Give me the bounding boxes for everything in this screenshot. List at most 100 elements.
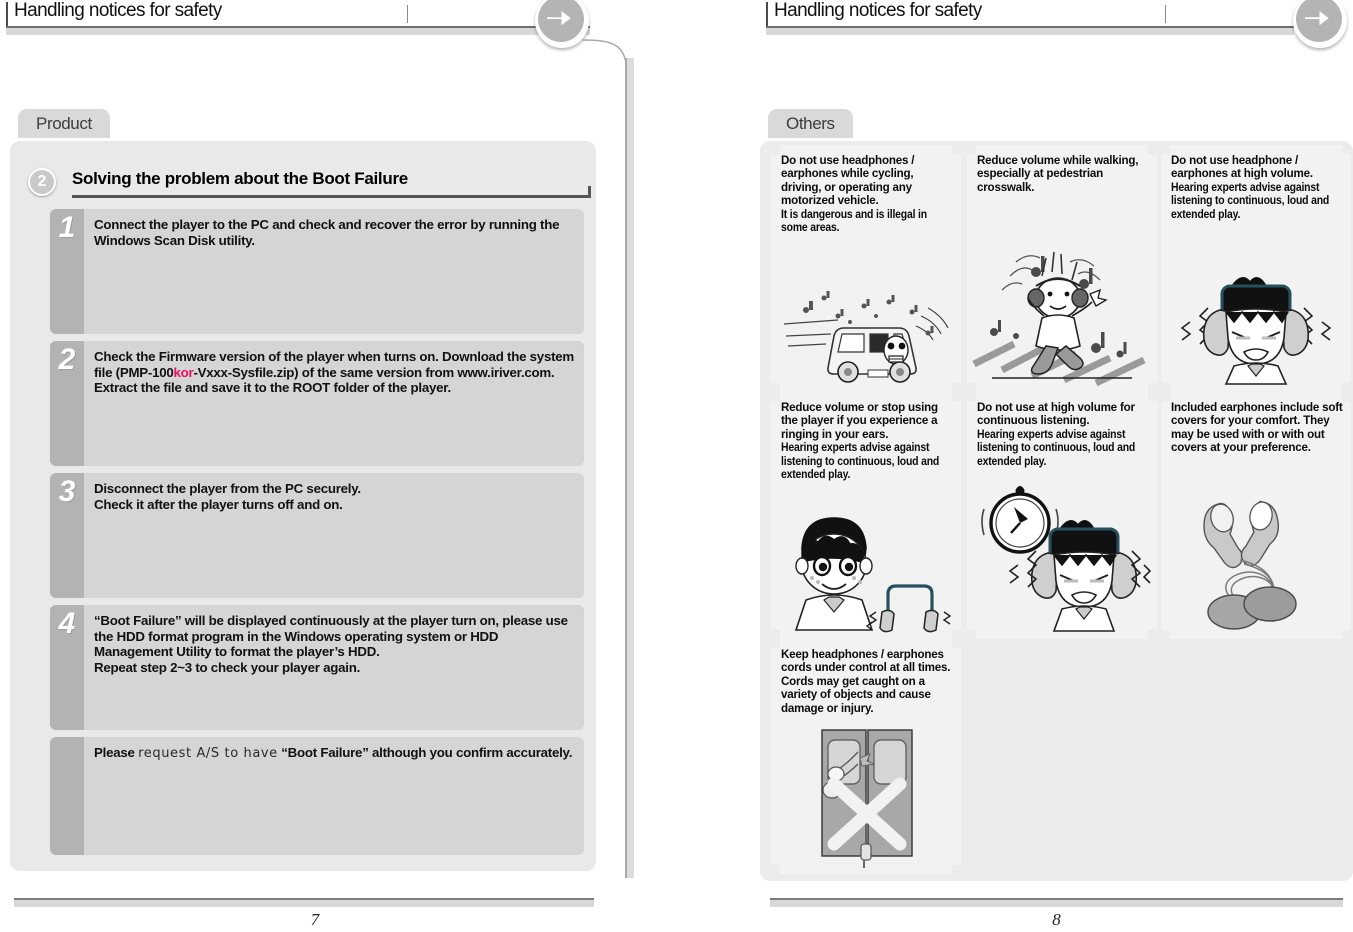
card-notch xyxy=(1161,145,1170,154)
card-text: Keep headphones / earphones cords under … xyxy=(781,648,953,715)
arrow-right-icon xyxy=(1305,11,1329,26)
step-number: 1 xyxy=(58,211,76,244)
card-notch xyxy=(952,392,961,401)
arrow-right-icon xyxy=(547,11,571,26)
tab-others[interactable]: Others xyxy=(768,109,853,138)
step-number-bar: 2 xyxy=(50,341,84,466)
step-row-3: 3 Disconnect the player from the PC secu… xyxy=(50,473,584,598)
header-tick xyxy=(6,2,8,26)
page-right: Handling notices for safety Others Do no… xyxy=(760,0,1353,932)
step-number-bar: 1 xyxy=(50,209,84,334)
page-header-left: Handling notices for safety xyxy=(0,0,640,48)
card-text: Do not use at high volume for continuous… xyxy=(977,401,1149,468)
header-rule-light xyxy=(6,28,590,35)
cord-caught-door-icon xyxy=(821,729,913,868)
step-text: Disconnect the player from the PC secure… xyxy=(94,481,361,512)
card-notch xyxy=(771,145,780,154)
card-text: Included earphones include soft covers f… xyxy=(1171,401,1343,455)
step-number-bar xyxy=(50,737,84,855)
page-footer-right: 8 xyxy=(760,870,1353,932)
page-side-bar xyxy=(625,58,634,878)
card-illustration xyxy=(1161,488,1351,633)
step-number-bar: 3 xyxy=(50,473,84,598)
card-notch xyxy=(1342,392,1351,401)
card-illustration xyxy=(771,728,961,868)
step-number: 4 xyxy=(58,607,76,640)
footer-rule-light xyxy=(770,900,1343,907)
card-notch xyxy=(771,639,780,648)
walking-person-icon xyxy=(972,251,1146,386)
card-illustration xyxy=(967,483,1157,633)
page-number: 8 xyxy=(1052,910,1061,929)
step-row-2: 2 Check the Firmware version of the play… xyxy=(50,341,584,466)
clock-angry-headphones-icon xyxy=(981,486,1152,632)
card-illustration xyxy=(967,236,1157,386)
section-underline xyxy=(72,186,591,198)
product-panel: 2 Solving the problem about the Boot Fai… xyxy=(10,141,596,871)
card-text: Reduce volume while walking, especially … xyxy=(977,154,1149,194)
card-text-narrow: It is dangerous and is illegal in some a… xyxy=(781,207,927,235)
tab-others-label: Others xyxy=(786,114,835,133)
note-handwritten-text: request A/S to have xyxy=(138,746,278,761)
page-footer-left: 7 xyxy=(0,870,640,932)
card-illustration xyxy=(771,276,961,386)
card-notch xyxy=(1342,145,1351,154)
card-notch xyxy=(967,145,976,154)
section-number-badge: 2 xyxy=(28,168,56,196)
earbuds-covers-icon xyxy=(1203,500,1297,630)
step-text-highlight: kor xyxy=(173,364,194,380)
card-illustration xyxy=(771,508,961,633)
card-text-narrow: Hearing experts advise against listening… xyxy=(977,427,1136,468)
page-title: Handling notices for safety xyxy=(14,0,222,21)
step-text: “Boot Failure” will be displayed continu… xyxy=(94,613,568,675)
step-text: Check the Firmware version of the player… xyxy=(94,349,578,396)
page-header-right: Handling notices for safety xyxy=(760,0,1353,48)
section-title: Solving the problem about the Boot Failu… xyxy=(72,169,408,188)
card-notch xyxy=(771,392,780,401)
header-divider xyxy=(1165,5,1166,23)
card-cords-control: Keep headphones / earphones cords under … xyxy=(771,639,961,874)
next-page-arrow-button[interactable] xyxy=(1293,0,1347,48)
step-text: Connect the player to the PC and check a… xyxy=(94,217,560,248)
step-number-bar: 4 xyxy=(50,605,84,730)
card-text-narrow: Hearing experts advise against listening… xyxy=(781,441,940,482)
step-text: Please request A/S to have “Boot Failure… xyxy=(94,745,578,762)
card-notch xyxy=(1161,392,1170,401)
angry-headphones-icon xyxy=(1180,277,1332,385)
card-text-main: Reduce volume or stop using the player i… xyxy=(781,401,938,441)
header-tick xyxy=(766,2,768,26)
card-text-main: Do not use headphone / earphones at high… xyxy=(1171,154,1313,181)
boy-earbuds-icon xyxy=(794,517,952,633)
card-cycling-driving: Do not use headphones / earphones while … xyxy=(771,145,961,392)
card-notch xyxy=(952,639,961,648)
card-notch xyxy=(967,392,976,401)
card-illustration xyxy=(1161,266,1351,386)
card-ringing-ears: Reduce volume or stop using the player i… xyxy=(771,392,961,639)
card-soft-covers: Included earphones include soft covers f… xyxy=(1161,392,1351,639)
note-text-after: “Boot Failure” although you confirm accu… xyxy=(277,745,573,760)
step-row-1: 1 Connect the player to the PC and check… xyxy=(50,209,584,334)
card-high-volume: Do not use headphone / earphones at high… xyxy=(1161,145,1351,392)
page-left: Handling notices for safety Product 2 So… xyxy=(0,0,640,932)
card-text: Do not use headphone / earphones at high… xyxy=(1171,154,1343,221)
manual-spread: Handling notices for safety Product 2 So… xyxy=(0,0,1353,932)
van-icon xyxy=(783,291,949,383)
section-heading: 2 Solving the problem about the Boot Fai… xyxy=(28,167,591,198)
card-text-main: Keep headphones / earphones cords under … xyxy=(781,648,951,715)
note-text-before: Please xyxy=(94,745,139,760)
card-text: Do not use headphones / earphones while … xyxy=(781,154,953,234)
footer-rule-light xyxy=(14,900,594,907)
page-number: 7 xyxy=(310,910,320,929)
tab-product[interactable]: Product xyxy=(18,109,110,138)
header-divider xyxy=(407,5,408,23)
card-walking-crosswalk: Reduce volume while walking, especially … xyxy=(967,145,1157,392)
card-continuous-listening: Do not use at high volume for continuous… xyxy=(967,392,1157,639)
card-notch xyxy=(1148,145,1157,154)
card-text-main: Do not use headphones / earphones while … xyxy=(781,154,915,208)
step-row-note: Please request A/S to have “Boot Failure… xyxy=(50,737,584,855)
card-notch xyxy=(1148,392,1157,401)
card-text-main: Reduce volume while walking, especially … xyxy=(977,154,1139,194)
card-text-main: Do not use at high volume for continuous… xyxy=(977,401,1135,428)
card-text-main: Included earphones include soft covers f… xyxy=(1171,401,1343,455)
page-title: Handling notices for safety xyxy=(774,0,982,21)
